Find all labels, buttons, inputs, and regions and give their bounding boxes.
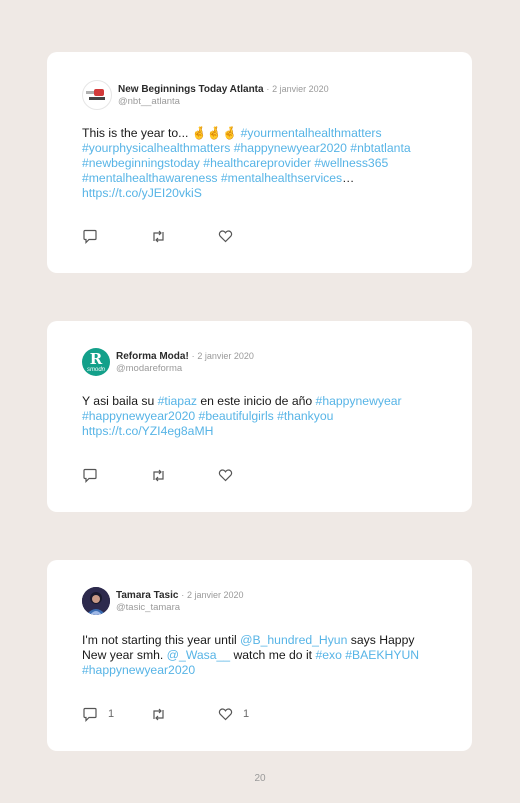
url-link[interactable]: https://t.co/yJEI20vkiS [82, 186, 202, 200]
avatar-subtext: smodn [86, 367, 105, 373]
like-button[interactable] [218, 229, 286, 243]
tweet-actions [82, 467, 286, 483]
tweet-actions [82, 228, 286, 244]
avatar-letter: R [89, 350, 103, 368]
tweet-date[interactable]: 2 janvier 2020 [187, 590, 244, 600]
author-name[interactable]: New Beginnings Today Atlanta [118, 84, 264, 95]
avatar[interactable] [82, 587, 110, 615]
tweet-actions: 1 1 [82, 706, 286, 722]
tweet-card: R smodn Reforma Moda! · 2 janvier 2020 @… [47, 321, 472, 512]
avatar[interactable]: R smodn [82, 348, 110, 376]
retweet-icon [153, 469, 164, 481]
tweet-text: This is the year to... 🤞🤞🤞 #yourmentalhe… [82, 126, 442, 201]
author-handle[interactable]: @nbt__atlanta [118, 96, 329, 108]
reply-count: 1 [108, 708, 115, 720]
separator: · [266, 83, 270, 94]
tweet-header: New Beginnings Today Atlanta · 2 janvier… [82, 80, 329, 110]
tweet-text-segment: … [342, 171, 355, 185]
tweet-date[interactable]: 2 janvier 2020 [197, 351, 254, 361]
like-button[interactable] [218, 468, 286, 482]
tweet-header: R smodn Reforma Moda! · 2 janvier 2020 @… [82, 348, 254, 376]
tweet-text-segment: Y asi baila su [82, 394, 158, 408]
separator: · [181, 589, 185, 600]
like-count: 1 [243, 708, 250, 720]
retweet-button[interactable] [150, 468, 218, 483]
reply-button[interactable]: 1 [82, 707, 150, 722]
author-handle[interactable]: @tasic_tamara [116, 602, 244, 614]
tweet-card: Tamara Tasic · 2 janvier 2020 @tasic_tam… [47, 560, 472, 751]
reply-button[interactable] [82, 468, 150, 483]
tweet-text-segment: I'm not starting this year until [82, 633, 241, 647]
avatar[interactable] [82, 80, 112, 110]
tweet-text: Y asi baila su #tiapaz en este inicio de… [82, 394, 442, 439]
reply-icon [83, 468, 97, 483]
retweet-icon [153, 708, 164, 720]
user-photo-icon [82, 587, 110, 615]
author-name[interactable]: Reforma Moda! [116, 351, 189, 362]
retweet-icon [153, 230, 164, 242]
reply-icon [83, 707, 97, 722]
reply-button[interactable] [82, 229, 150, 244]
author-name[interactable]: Tamara Tasic [116, 590, 178, 601]
tweet-card: New Beginnings Today Atlanta · 2 janvier… [47, 52, 472, 273]
hashtag-link[interactable]: #tiapaz [158, 394, 197, 408]
mention-link[interactable]: @_Wasa__ [167, 648, 230, 662]
page-number: 20 [254, 773, 266, 784]
separator: · [191, 350, 195, 361]
reply-icon [83, 229, 97, 244]
like-button[interactable]: 1 [218, 707, 286, 721]
like-icon [218, 230, 233, 243]
tweet-date[interactable]: 2 janvier 2020 [272, 84, 329, 94]
like-icon [218, 469, 233, 482]
tweet-text-segment: This is the year to... 🤞🤞🤞 [82, 126, 241, 140]
logo-icon [85, 88, 109, 102]
like-icon [218, 708, 233, 721]
author-handle[interactable]: @modareforma [116, 363, 254, 375]
mention-link[interactable]: @B_hundred_Hyun [240, 633, 347, 647]
tweet-text-segment: en este inicio de año [196, 394, 316, 408]
tweet-header: Tamara Tasic · 2 janvier 2020 @tasic_tam… [82, 587, 244, 615]
tweet-text: I'm not starting this year until @B_hund… [82, 633, 442, 678]
tweet-text-segment: watch me do it [230, 648, 316, 662]
retweet-button[interactable] [150, 707, 218, 722]
retweet-button[interactable] [150, 229, 218, 244]
